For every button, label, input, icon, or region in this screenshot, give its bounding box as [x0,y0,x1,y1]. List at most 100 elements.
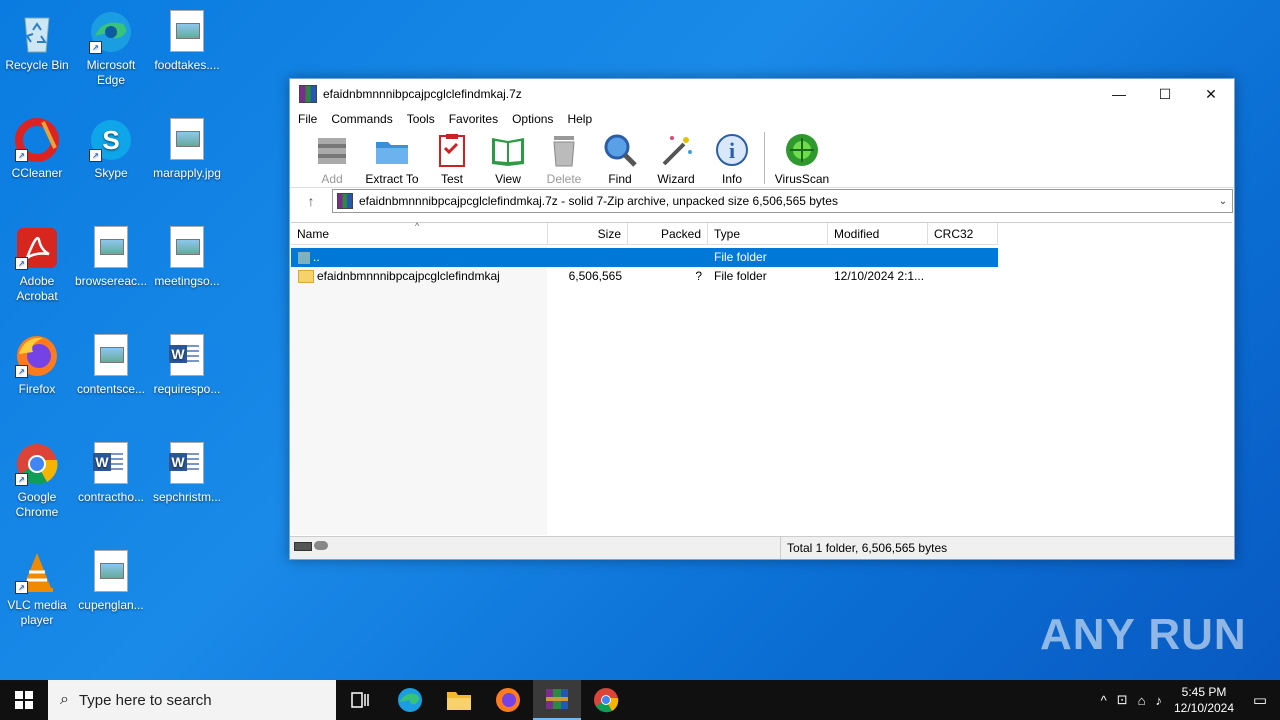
delete-button[interactable]: Delete [536,129,592,186]
desktop-icon-adobe-acrobat[interactable]: ↗ Adobe Acrobat [1,220,73,304]
image-file-icon [89,334,133,378]
column-header-size[interactable]: Size [548,223,628,245]
menu-help[interactable]: Help [567,112,592,126]
desktop-icon-contentsce[interactable]: contentsce... [75,328,147,397]
desktop-icon-edge[interactable]: ↗ Microsoft Edge [75,4,147,88]
path-dropdown[interactable]: efaidnbmnnnibpcajpcglclefindmkaj.7z - so… [332,189,1233,213]
view-book-icon [490,132,526,168]
extract-to-button[interactable]: Extract To [360,129,424,186]
acrobat-icon: ↗ [15,226,59,270]
taskbar-firefox[interactable] [484,680,532,720]
column-header-crc32[interactable]: CRC32 [928,223,998,245]
desktop-icon-contractho[interactable]: W contractho... [75,436,147,505]
desktop-icon-recycle-bin[interactable]: Recycle Bin [1,4,73,73]
recycle-bin-icon [15,10,59,54]
chrome-icon [594,688,619,713]
menu-tools[interactable]: Tools [407,112,435,126]
skype-icon: S ↗ [89,118,133,162]
column-header-packed[interactable]: Packed [628,223,708,245]
table-row-parent[interactable]: .. File folder [291,248,998,267]
info-icon: i [714,132,750,168]
magic-wand-icon [658,132,694,168]
menu-favorites[interactable]: Favorites [449,112,498,126]
archive-icon [337,193,353,209]
edge-icon [398,688,422,712]
folder-icon [447,692,471,710]
svg-text:i: i [729,138,735,163]
add-button[interactable]: Add [304,129,360,186]
desktop-icon-ccleaner[interactable]: ↗ CCleaner [1,112,73,181]
task-view-icon [351,692,369,708]
desktop-icon-meetingso[interactable]: meetingso... [151,220,223,289]
status-total: Total 1 folder, 6,506,565 bytes [787,541,948,555]
column-header-type[interactable]: Type [708,223,828,245]
device-icon[interactable]: ⊡ [1117,692,1128,708]
drive-icon[interactable] [294,542,312,551]
desktop-icon-browsereac[interactable]: browsereac... [75,220,147,289]
folder-icon [298,270,314,284]
magnifier-icon [602,132,638,168]
column-header-name[interactable]: Name ^ [291,221,548,245]
edge-icon: ↗ [89,10,133,54]
info-button[interactable]: i Info [704,129,760,186]
task-view-button[interactable] [336,680,384,720]
taskbar-chrome[interactable] [582,680,630,720]
close-button[interactable]: ✕ [1188,79,1234,109]
desktop-icon-requirespo[interactable]: W requirespo... [151,328,223,397]
menu-options[interactable]: Options [512,112,553,126]
image-file-icon [165,10,209,54]
title-bar[interactable]: efaidnbmnnnibpcajpcglclefindmkaj.7z — ☐ … [290,79,1234,109]
table-row[interactable]: efaidnbmnnnibpcajpcglclefindmkaj 6,506,5… [291,267,998,286]
key-icon[interactable] [314,541,328,550]
desktop-icon-vlc[interactable]: ↗ VLC media player [1,544,73,628]
firefox-icon [496,688,520,712]
windows-icon [15,691,33,709]
desktop-icon-firefox[interactable]: ↗ Firefox [1,328,73,397]
taskbar-edge[interactable] [386,680,434,720]
clock[interactable]: 5:45 PM 12/10/2024 [1168,684,1240,716]
taskbar-file-explorer[interactable] [435,680,483,720]
minimize-button[interactable]: — [1096,79,1142,109]
desktop-icon-skype[interactable]: S ↗ Skype [75,112,147,181]
menu-file[interactable]: File [298,112,317,126]
name-column-background [291,246,547,535]
taskbar-winrar[interactable] [533,680,581,720]
chevron-down-icon[interactable]: ⌄ [1214,196,1232,207]
word-doc-icon: W [89,442,133,486]
taskbar-search[interactable]: ⌕ Type here to search [48,680,336,720]
start-button[interactable] [0,680,48,720]
window-title: efaidnbmnnnibpcajpcglclefindmkaj.7z [323,87,522,101]
volume-icon[interactable]: ♪ [1156,693,1163,708]
desktop-icon-sepchristm[interactable]: W sepchristm... [151,436,223,505]
virusscan-button[interactable]: VirusScan [769,129,835,186]
chevron-up-icon[interactable]: ^ [1101,693,1107,708]
image-file-icon [165,118,209,162]
system-tray: ^ ⊡ ⌂ ♪ 5:45 PM 12/10/2024 ▭ [1101,680,1280,720]
parent-folder-icon [298,251,310,264]
status-left [290,537,781,559]
desktop-icon-cupenglan[interactable]: cupenglan... [75,544,147,613]
extract-folder-icon [374,132,410,168]
network-icon[interactable]: ⌂ [1138,693,1146,708]
desktop-icon-google-chrome[interactable]: ↗ Google Chrome [1,436,73,520]
menu-commands[interactable]: Commands [331,112,392,126]
up-arrow-icon[interactable]: ↑ [290,193,332,209]
maximize-button[interactable]: ☐ [1142,79,1188,109]
add-archive-icon [314,132,350,168]
desktop-icon-foodtakes[interactable]: foodtakes.... [151,4,223,73]
taskbar: ⌕ Type here to search ^ ⊡ ⌂ ♪ 5:45 PM 12… [0,680,1280,720]
desktop-icon-marapply[interactable]: marapply.jpg [151,112,223,181]
wizard-button[interactable]: Wizard [648,129,704,186]
notification-icon[interactable]: ▭ [1240,691,1280,709]
test-button[interactable]: Test [424,129,480,186]
winrar-icon [299,85,317,103]
find-button[interactable]: Find [592,129,648,186]
toolbar-separator [764,132,765,184]
view-button[interactable]: View [480,129,536,186]
column-header-modified[interactable]: Modified [828,223,928,245]
status-bar: Total 1 folder, 6,506,565 bytes [290,536,1234,559]
winrar-window: efaidnbmnnnibpcajpcglclefindmkaj.7z — ☐ … [289,78,1235,560]
test-icon [434,132,470,168]
firefox-icon: ↗ [15,334,59,378]
archive-path: efaidnbmnnnibpcajpcglclefindmkaj.7z - so… [359,194,838,208]
